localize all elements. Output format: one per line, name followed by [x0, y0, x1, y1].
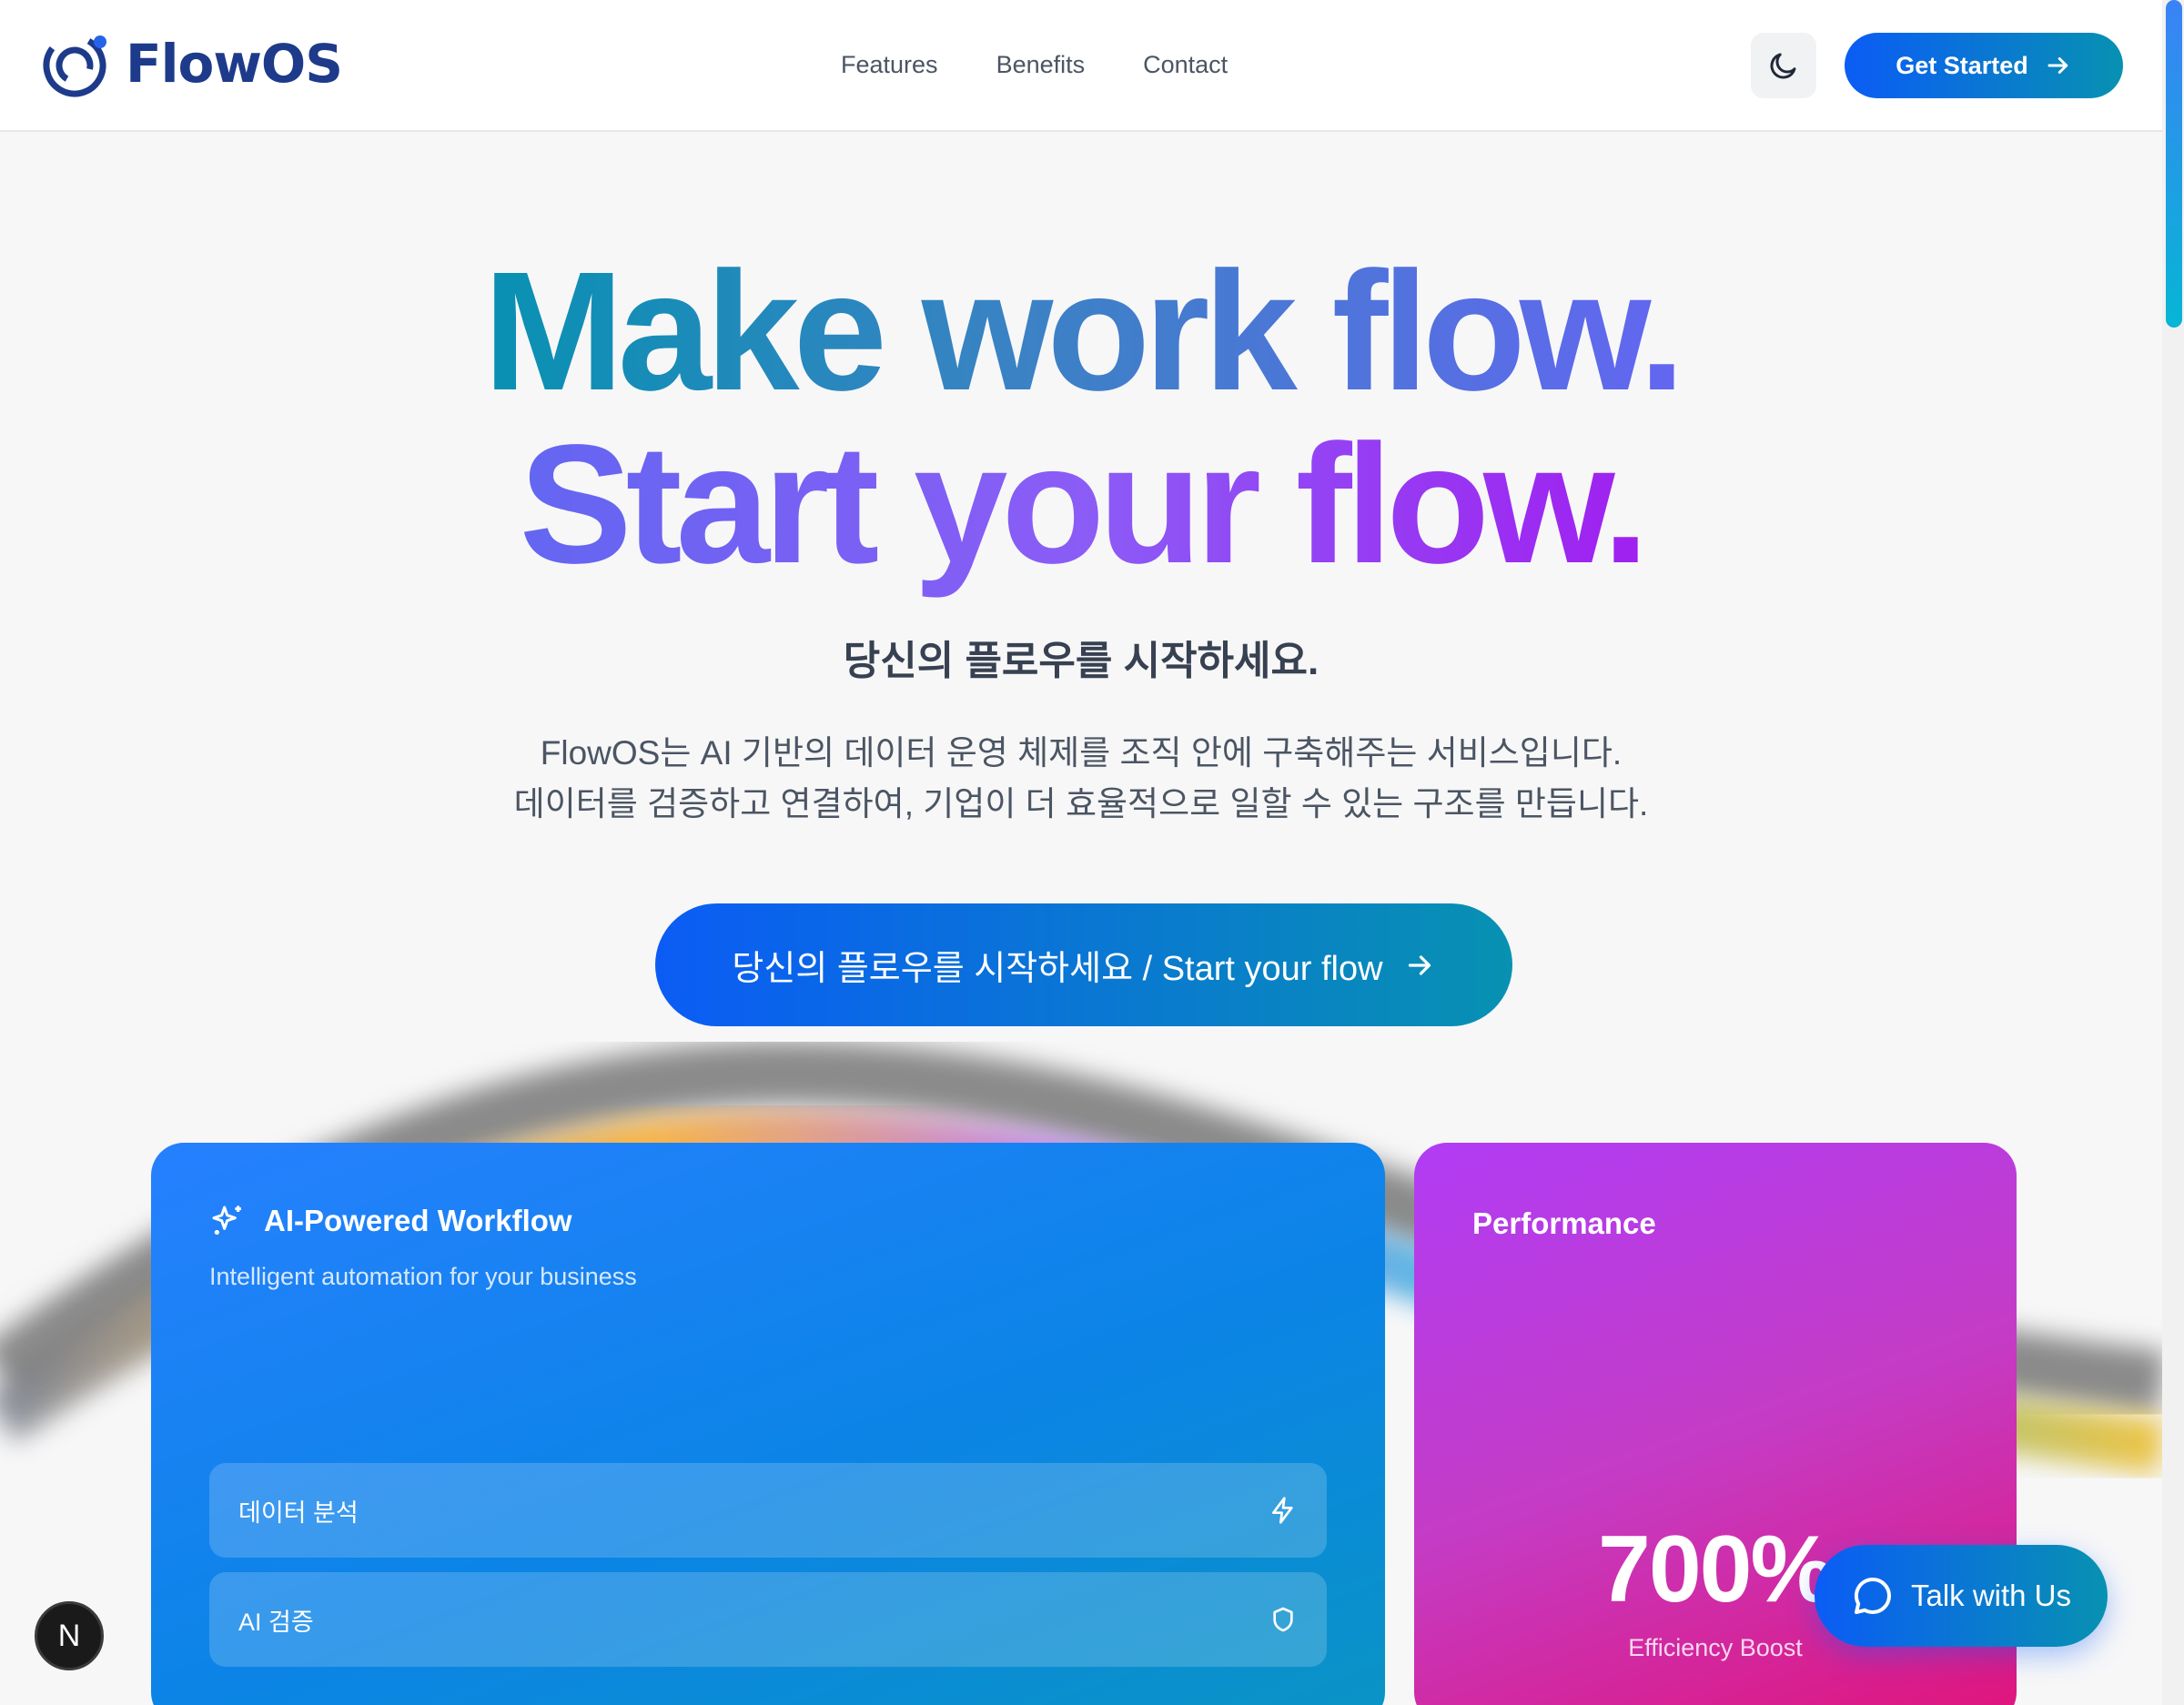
- talk-with-us-label: Talk with Us: [1910, 1579, 2072, 1612]
- start-flow-label: 당신의 플로우를 시작하세요 / Start your flow: [732, 950, 1383, 988]
- logo-icon: [43, 34, 106, 97]
- workflow-card-title: AI-Powered Workflow: [209, 1203, 572, 1239]
- hero-description: FlowOS는 AI 기반의 데이터 운영 체제를 조직 안에 구축해주는 서비…: [0, 728, 2162, 830]
- lightning-icon: [1272, 1497, 1293, 1524]
- hero-description-line2: 데이터를 검증하고 연결하여, 기업이 더 효율적으로 일할 수 있는 구조를 …: [513, 785, 1649, 822]
- hero-headline-line1: Make work flow.: [482, 237, 1685, 426]
- main-nav: Features Benefits Contact: [841, 51, 1228, 79]
- theme-toggle-button[interactable]: [1751, 33, 1816, 98]
- arrow-right-icon: [1408, 954, 1431, 975]
- start-flow-button[interactable]: 당신의 플로우를 시작하세요 / Start your flow: [655, 903, 1512, 1026]
- workflow-item-ai-verification[interactable]: AI 검증: [209, 1572, 1327, 1667]
- nav-features[interactable]: Features: [841, 51, 938, 79]
- logo-text: FlowOS: [126, 33, 343, 95]
- site-header: FlowOS Features Benefits Contact Get Sta…: [0, 0, 2162, 132]
- workflow-item-data-analysis[interactable]: 데이터 분석: [209, 1463, 1327, 1558]
- shield-icon: [1273, 1607, 1293, 1632]
- moon-icon: [1770, 53, 1796, 79]
- scrollbar-thumb[interactable]: [2166, 0, 2182, 328]
- nav-contact[interactable]: Contact: [1143, 51, 1228, 79]
- dev-tools-badge[interactable]: N: [35, 1601, 104, 1670]
- workflow-item-label: 데이터 분석: [238, 1498, 359, 1527]
- logo[interactable]: FlowOS: [40, 27, 343, 100]
- get-started-button[interactable]: Get Started: [1845, 33, 2123, 98]
- get-started-label: Get Started: [1896, 51, 2028, 79]
- nav-benefits[interactable]: Benefits: [996, 51, 1086, 79]
- workflow-item-label: AI 검증: [238, 1608, 314, 1636]
- hero-headline-line2: Start your flow.: [519, 410, 1650, 599]
- hero-subtitle: 당신의 플로우를 시작하세요.: [843, 639, 1320, 683]
- hero-description-line1: FlowOS는 AI 기반의 데이터 운영 체제를 조직 안에 구축해주는 서비…: [540, 734, 1623, 772]
- talk-with-us-button[interactable]: Talk with Us: [1815, 1545, 2108, 1647]
- workflow-card-subtitle: Intelligent automation for your business: [209, 1263, 637, 1290]
- dev-tools-badge-label: N: [57, 1618, 81, 1653]
- sparkles-icon: [212, 1206, 241, 1235]
- performance-card-title: Performance: [1472, 1206, 1656, 1240]
- chat-bubble-icon: [1854, 1577, 1891, 1614]
- arrow-right-icon: [2048, 57, 2068, 74]
- ai-workflow-card: AI-Powered Workflow Intelligent automati…: [151, 1143, 1385, 1705]
